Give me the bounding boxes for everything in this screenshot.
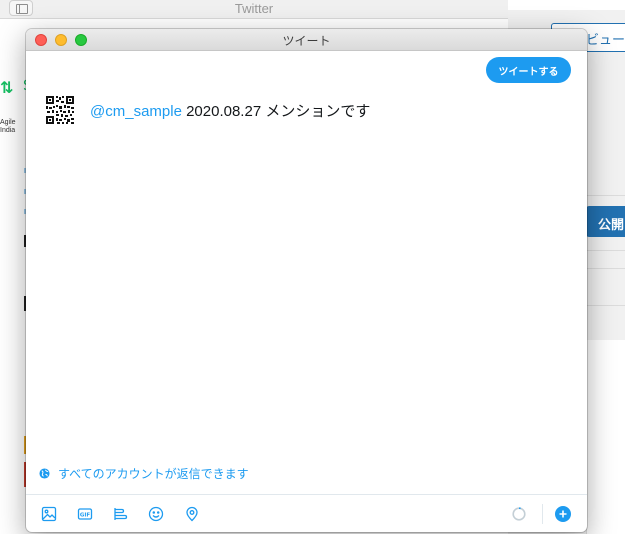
compose-window-title: ツイート <box>282 34 331 48</box>
plus-icon <box>559 510 567 518</box>
agile-india-logo: Agile India <box>0 119 16 134</box>
reply-setting-button[interactable]: すべてのアカウントが返信できます <box>39 465 249 482</box>
background-titlebar: Twitter <box>0 0 508 19</box>
compose-titlebar: ツイート <box>26 29 587 51</box>
retweet-icon: ⇅ <box>0 78 14 97</box>
tweet-text-input[interactable]: @cm_sample 2020.08.27 メンションです <box>90 100 370 121</box>
tweet-send-button[interactable]: ツイートする <box>486 57 571 83</box>
mention-text: @cm_sample <box>90 103 182 120</box>
tweet-body-text: 2020.08.27 メンションです <box>181 103 371 120</box>
svg-text:GIF: GIF <box>80 513 91 519</box>
tweet-compose-window: ツイート ツイートする @cm_sample 2020.08.27 メンションで… <box>26 29 587 532</box>
image-icon[interactable] <box>40 505 58 523</box>
publish-button[interactable]: 公開 <box>586 206 625 237</box>
add-tweet-button[interactable] <box>555 506 571 522</box>
background-window-title: Twitter <box>234 1 274 16</box>
emoji-icon[interactable] <box>147 505 165 523</box>
gif-icon[interactable]: GIF <box>76 505 94 523</box>
location-icon[interactable] <box>183 505 201 523</box>
qr-code-avatar-icon <box>46 96 74 124</box>
toolbar-divider <box>542 504 543 524</box>
compose-toolbar: GIF <box>26 494 587 532</box>
reply-setting-label: すべてのアカウントが返信できます <box>58 467 249 481</box>
character-count-ring-icon <box>512 507 526 521</box>
globe-icon <box>39 468 50 479</box>
poll-icon[interactable] <box>112 505 130 523</box>
